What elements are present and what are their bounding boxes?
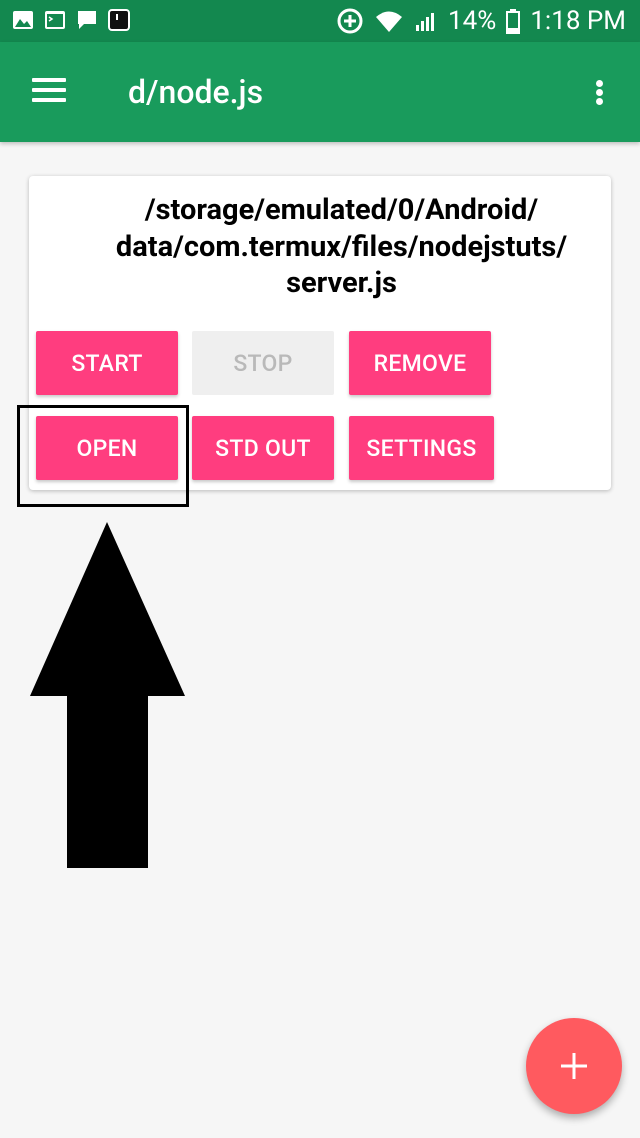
up-arrow-annotation	[30, 522, 185, 868]
add-fab-button[interactable]	[526, 1018, 622, 1114]
plus-icon	[561, 1053, 587, 1079]
